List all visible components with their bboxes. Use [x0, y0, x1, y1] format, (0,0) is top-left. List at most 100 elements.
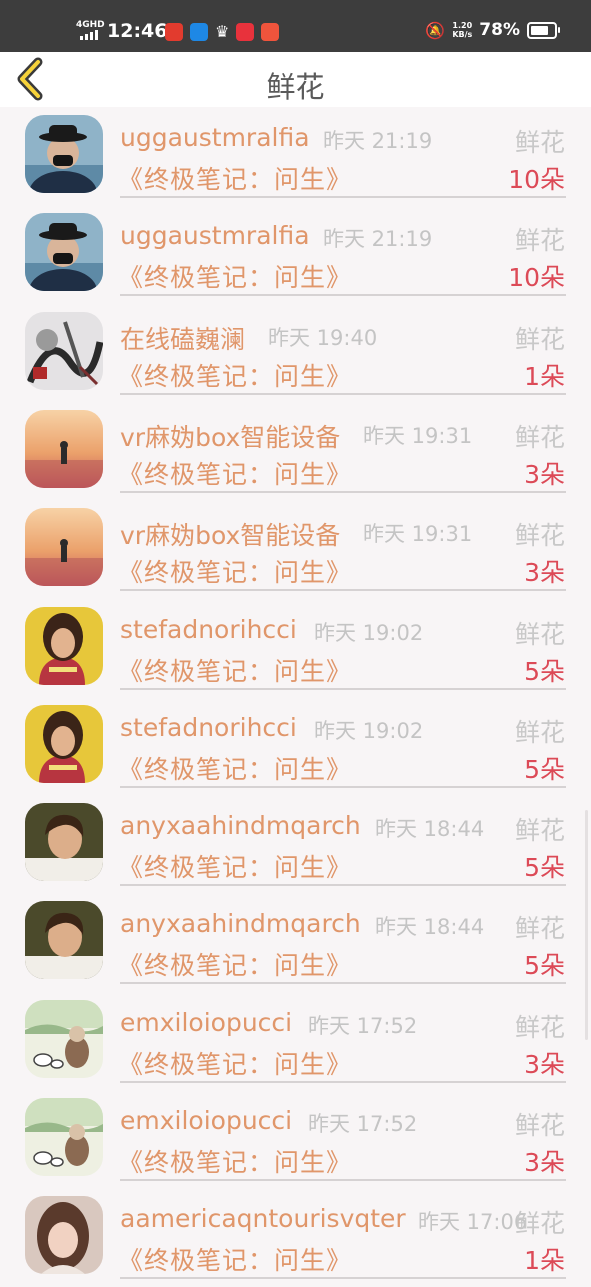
user-name[interactable]: anyxaahindmqarch [120, 909, 361, 938]
status-bar: 4GHD 12:46 ♛ 🔕 1.20 KB/s 78% [0, 0, 591, 52]
timestamp: 昨天 18:44 [375, 915, 485, 940]
divider [120, 785, 566, 788]
timestamp: 昨天 17:06 [418, 1210, 528, 1235]
list-item[interactable]: stefadnorihcci 昨天 19:02 鲜花 《终极笔记：问生》 5朵 [0, 599, 591, 697]
avatar[interactable] [25, 1196, 103, 1275]
book-title[interactable]: 《终极笔记：问生》 [118, 652, 352, 688]
timestamp: 昨天 19:40 [268, 325, 378, 350]
book-title[interactable]: 《终极笔记：问生》 [118, 946, 352, 982]
divider [120, 687, 566, 690]
avatar[interactable] [25, 213, 103, 292]
divider [120, 884, 566, 887]
list-item[interactable]: anyxaahindmqarch 昨天 18:44 鲜花 《终极笔记：问生》 5朵 [0, 795, 591, 893]
user-name[interactable]: vr麻妫box智能设备 [120, 516, 340, 552]
list-item[interactable]: anyxaahindmqarch 昨天 18:44 鲜花《终极笔记：问生》 5朵 [0, 893, 591, 991]
user-name[interactable]: vr麻妫box智能设备 [120, 418, 340, 454]
network-speed: 1.20 KB/s [452, 21, 473, 39]
book-title[interactable]: 《终极笔记：问生》 [118, 750, 352, 786]
user-name[interactable]: emxiloiopucci [120, 1106, 292, 1135]
book-title[interactable]: 《终极笔记：问生》 [118, 553, 352, 589]
user-name[interactable]: 在线磕巍澜 [120, 320, 245, 356]
gift-count: 3朵 [524, 459, 565, 489]
list-item[interactable]: uggaustmralfia 昨天 21:19 鲜花《终极笔记：问生》 10朵 [0, 205, 591, 303]
nav-bar: 鲜花 [0, 52, 591, 107]
timestamp: 昨天 18:44 [375, 817, 485, 842]
list-item[interactable]: uggaustmralfia 昨天 21:19 鲜花 《终极笔记：问生》 10朵 [0, 107, 591, 205]
avatar[interactable] [25, 704, 103, 783]
avatar[interactable] [25, 311, 103, 390]
signal-icon [80, 30, 98, 40]
timestamp: 昨天 17:52 [308, 1013, 418, 1038]
user-name[interactable]: uggaustmralfia [120, 221, 310, 250]
scrollbar[interactable] [585, 810, 588, 1040]
clock: 12:46 [107, 20, 168, 42]
notification-icons: ♛ [165, 23, 280, 41]
list-item[interactable]: stefadnorihcci 昨天 19:02 鲜花 《终极笔记：问生》 5朵 [0, 697, 591, 795]
gift-type: 鲜花 [514, 1111, 565, 1140]
book-title[interactable]: 《终极笔记：问生》 [118, 357, 352, 393]
timestamp: 昨天 19:02 [314, 620, 424, 645]
gift-type: 鲜花 [514, 324, 565, 354]
gift-type: 鲜花 [514, 226, 565, 256]
gift-type: 鲜花 [514, 521, 565, 551]
list-item[interactable]: 在线磕巍澜 昨天 19:40 鲜花《终极笔记：问生》 1朵 [0, 304, 591, 402]
list-item[interactable]: vr麻妫box智能设备 昨天 19:31 鲜花 《终极笔记：问生》 3朵 [0, 500, 591, 598]
avatar[interactable] [25, 901, 103, 980]
bell-off-icon: 🔕 [425, 20, 446, 40]
timestamp: 昨天 21:19 [323, 129, 433, 153]
page-title: 鲜花 [266, 70, 325, 104]
timestamp: 昨天 21:19 [323, 227, 433, 252]
divider [120, 392, 566, 395]
battery-icon [527, 21, 560, 39]
book-title[interactable]: 《终极笔记：问生》 [118, 455, 352, 491]
gift-type: 鲜花 [514, 914, 565, 944]
gift-count: 3朵 [524, 1148, 565, 1177]
divider [120, 294, 566, 297]
user-name[interactable]: stefadnorihcci [120, 713, 297, 742]
avatar[interactable] [25, 115, 103, 193]
gift-type: 鲜花 [514, 717, 565, 747]
app-notification-icon [236, 23, 255, 41]
divider [120, 982, 566, 985]
gift-count: 10朵 [508, 263, 565, 293]
user-name[interactable]: anyxaahindmqarch [120, 811, 361, 840]
avatar[interactable] [25, 606, 103, 685]
user-name[interactable]: emxiloiopucci [120, 1008, 292, 1037]
gift-count: 5朵 [524, 754, 565, 784]
avatar[interactable] [25, 999, 103, 1078]
gift-type: 鲜花 [514, 1209, 565, 1239]
divider [120, 589, 566, 592]
gift-type: 鲜花 [514, 422, 565, 452]
user-name[interactable]: stefadnorihcci [120, 615, 297, 644]
avatar[interactable] [25, 803, 103, 882]
book-title[interactable]: 《终极笔记：问生》 [118, 1143, 352, 1179]
timestamp: 昨天 17:52 [308, 1112, 418, 1136]
list-item[interactable]: aamericaqntourisvqter 昨天 17:06 鲜花《终极笔记：问生》… [0, 1188, 591, 1286]
avatar[interactable] [25, 409, 103, 488]
list-item[interactable]: vr麻妫box智能设备 昨天 19:31 鲜花《终极笔记：问生》 3朵 [0, 402, 591, 500]
timestamp: 昨天 19:31 [363, 423, 473, 448]
book-title[interactable]: 《终极笔记：问生》 [118, 1241, 352, 1277]
divider [120, 1277, 566, 1280]
book-title[interactable]: 《终极笔记：问生》 [118, 1045, 352, 1081]
gift-count: 1朵 [524, 361, 565, 391]
user-name[interactable]: aamericaqntourisvqter [120, 1204, 406, 1233]
divider [120, 1080, 566, 1083]
book-title[interactable]: 《终极笔记：问生》 [118, 160, 352, 196]
gift-count: 1朵 [524, 1246, 565, 1276]
user-name[interactable]: uggaustmralfia [120, 123, 310, 152]
gift-count: 3朵 [524, 1049, 565, 1079]
gift-type: 鲜花 [514, 1012, 565, 1042]
gift-count: 5朵 [524, 951, 565, 981]
app-notification-icon [261, 23, 280, 41]
gift-count: 5朵 [524, 656, 565, 686]
book-title[interactable]: 《终极笔记：问生》 [118, 258, 352, 294]
gift-count: 10朵 [508, 165, 565, 194]
timestamp: 昨天 19:31 [363, 522, 473, 547]
avatar[interactable] [25, 508, 103, 587]
list-item[interactable]: emxiloiopucci 昨天 17:52 鲜花《终极笔记：问生》 3朵 [0, 1090, 591, 1188]
book-title[interactable]: 《终极笔记：问生》 [118, 848, 352, 884]
list-item[interactable]: emxiloiopucci 昨天 17:52 鲜花《终极笔记：问生》 3朵 [0, 992, 591, 1090]
avatar[interactable] [25, 1098, 103, 1176]
divider [120, 490, 566, 493]
